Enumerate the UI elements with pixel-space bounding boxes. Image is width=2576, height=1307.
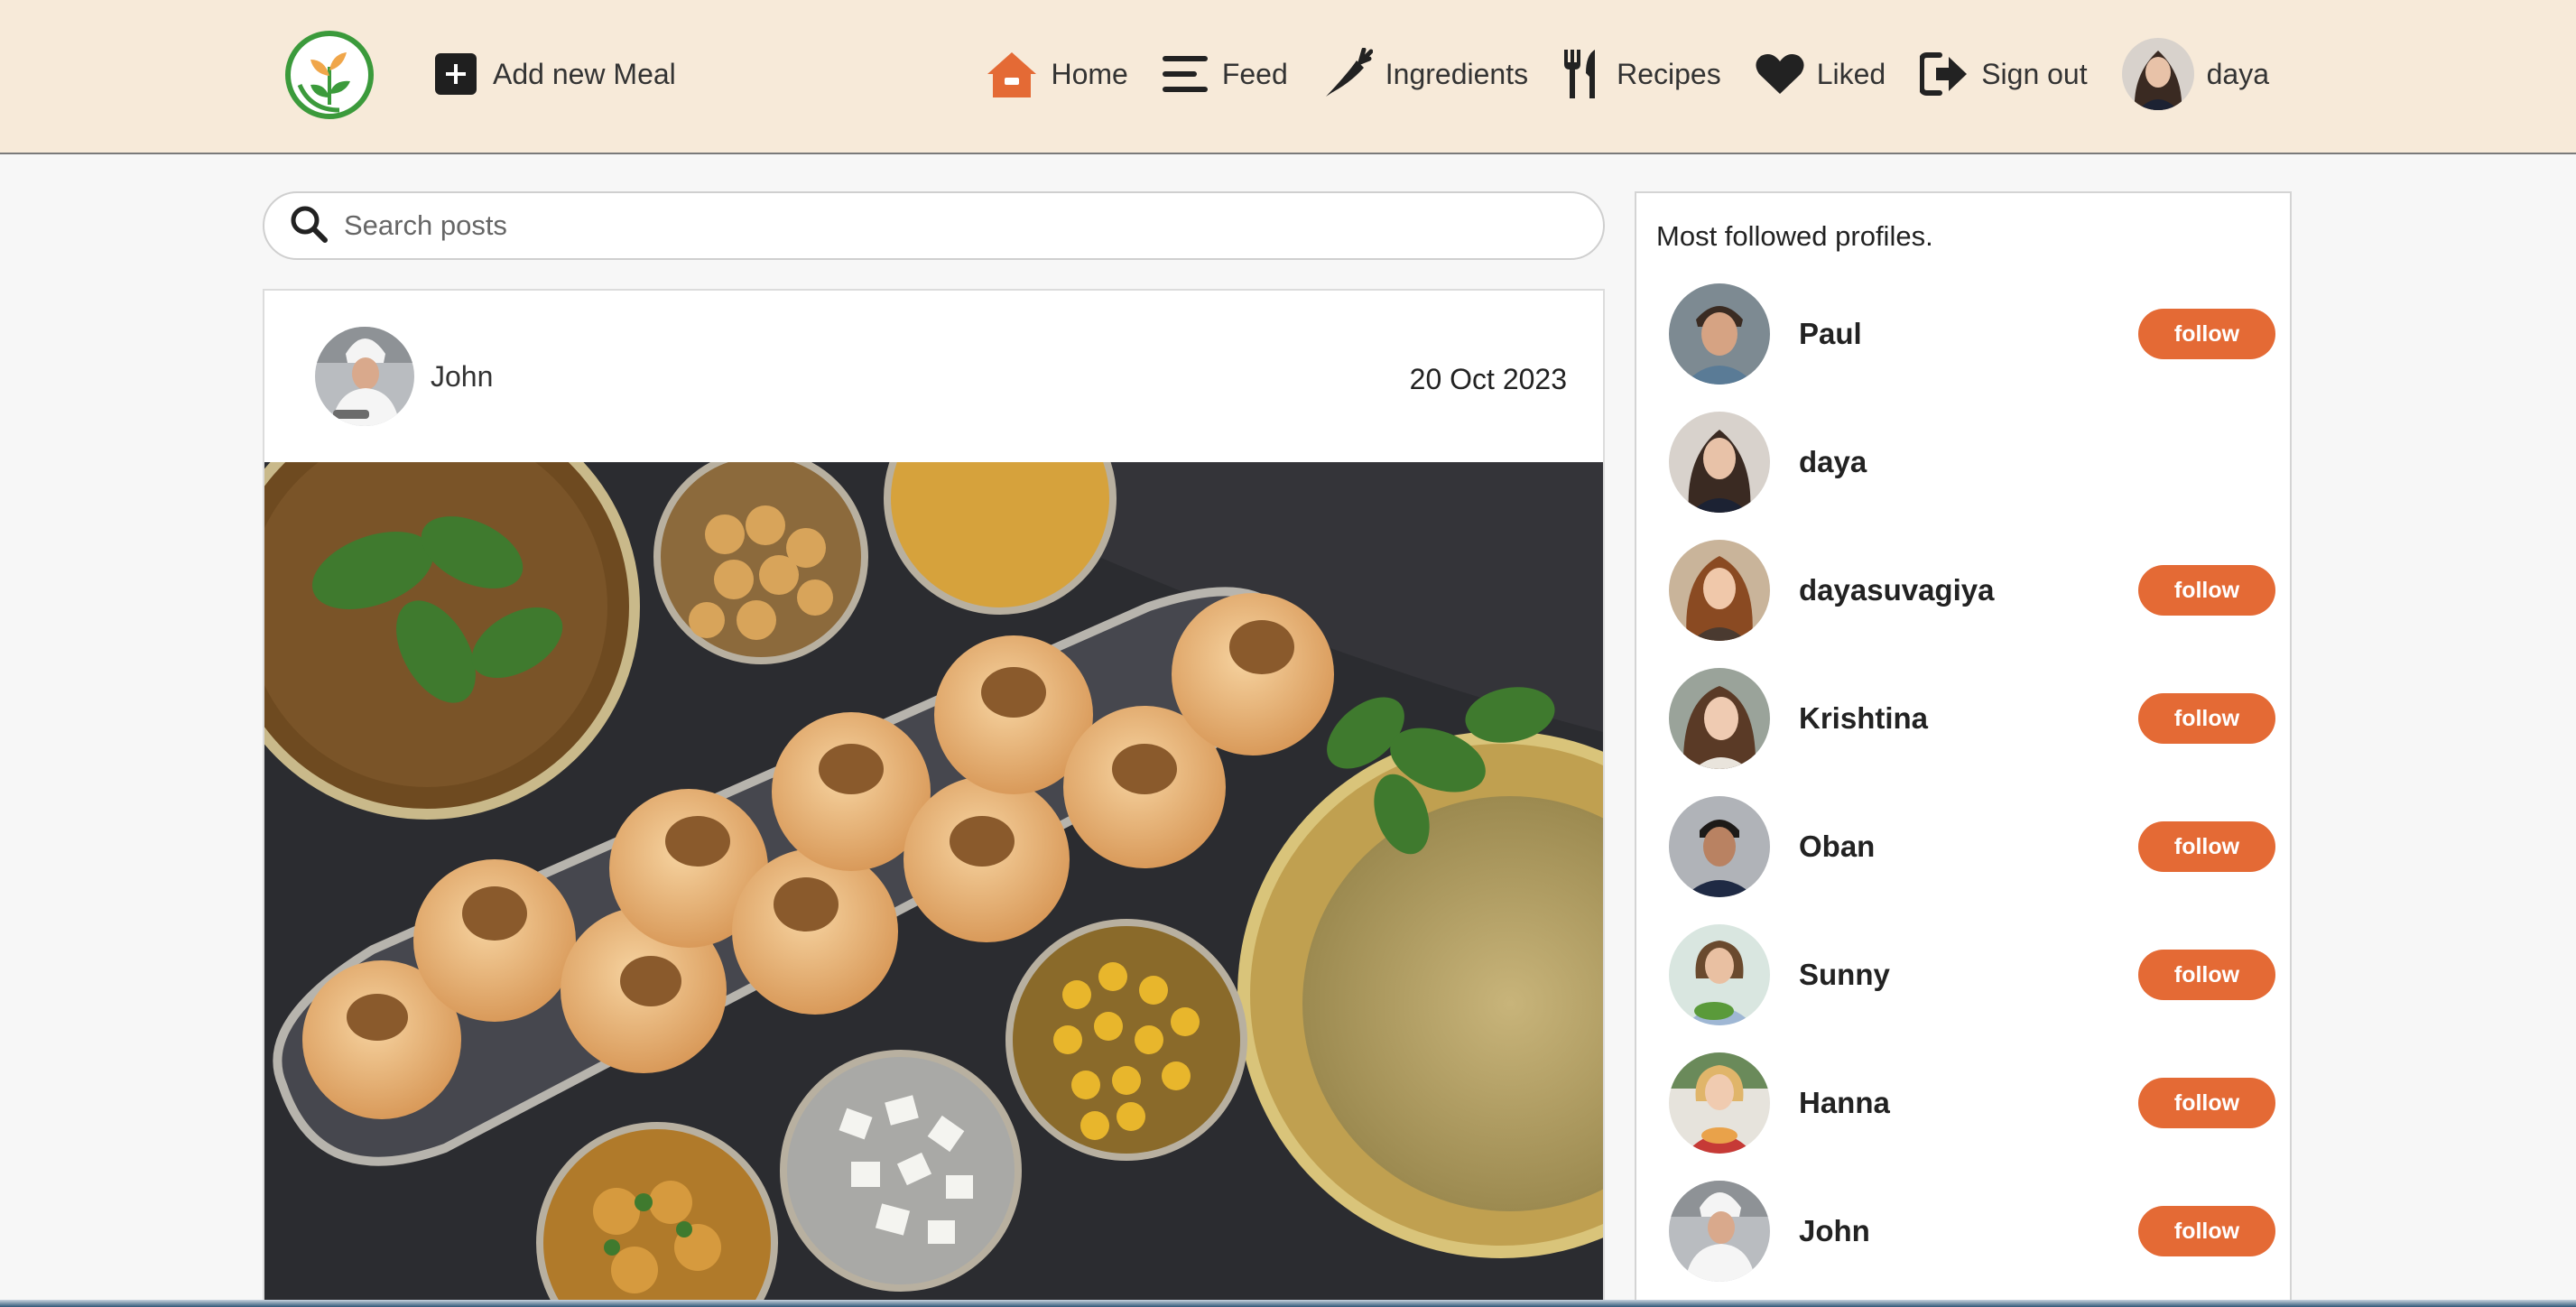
add-new-meal-button[interactable]: Add new Meal	[435, 52, 676, 96]
avatar	[2121, 38, 2194, 110]
profile-name[interactable]: Paul	[1799, 317, 1862, 351]
post-date: 20 Oct 2023	[1409, 363, 1567, 395]
list-item: John follow	[1669, 1181, 2275, 1282]
post-author-name: John	[431, 359, 494, 393]
list-item: Paul follow	[1669, 283, 2275, 385]
plus-square-icon	[435, 53, 477, 95]
avatar	[1669, 283, 1770, 385]
search-icon	[290, 205, 328, 247]
nav-sign-out-label: Sign out	[1981, 57, 2088, 90]
nav-home-label: Home	[1051, 57, 1128, 90]
avatar	[1669, 540, 1770, 641]
profile-name[interactable]: daya	[1799, 445, 1867, 479]
food-photo[interactable]	[264, 462, 1603, 1305]
nav-liked-label: Liked	[1816, 57, 1886, 90]
top-navbar: Add new Meal Home Feed Ingredients Recip…	[0, 0, 2576, 154]
list-item: daya	[1669, 412, 2275, 513]
avatar	[1669, 924, 1770, 1025]
follow-button[interactable]: follow	[2138, 693, 2275, 744]
feed-icon	[1162, 54, 1209, 94]
follow-button[interactable]: follow	[2138, 309, 2275, 359]
profile-name[interactable]: dayasuvagiya	[1799, 573, 1994, 607]
search-bar	[263, 191, 1605, 260]
avatar	[1669, 1052, 1770, 1154]
follow-button[interactable]: follow	[2138, 1078, 2275, 1128]
window-bottom-edge	[0, 1300, 2576, 1307]
follow-button[interactable]: follow	[2138, 821, 2275, 872]
nav-sign-out[interactable]: Sign out	[1920, 51, 2088, 97]
user-name: daya	[2206, 57, 2269, 90]
most-followed-profiles-panel: Most followed profiles. Paul follow daya	[1635, 191, 2292, 1307]
profile-name[interactable]: Oban	[1799, 830, 1875, 864]
nav-ingredients-label: Ingredients	[1385, 57, 1529, 90]
nav-home[interactable]: Home	[986, 49, 1128, 99]
home-icon	[986, 49, 1038, 99]
sprout-logo-icon[interactable]	[283, 29, 375, 121]
profile-name[interactable]: Sunny	[1799, 958, 1890, 992]
panel-title: Most followed profiles.	[1656, 220, 1933, 252]
nav-recipes-label: Recipes	[1617, 57, 1721, 90]
add-new-meal-label: Add new Meal	[493, 57, 676, 90]
main-nav: Home Feed Ingredients Recipes Liked Sign…	[951, 31, 2269, 117]
list-item: Oban follow	[1669, 796, 2275, 897]
post-card: John 20 Oct 2023	[263, 289, 1605, 1307]
sign-out-icon	[1920, 51, 1969, 97]
list-item: Hanna follow	[1669, 1052, 2275, 1154]
avatar	[315, 327, 414, 426]
list-item: dayasuvagiya follow	[1669, 540, 2275, 641]
profile-name[interactable]: Krishtina	[1799, 701, 1928, 736]
nav-ingredients[interactable]: Ingredients	[1322, 48, 1528, 100]
nav-recipes[interactable]: Recipes	[1562, 48, 1721, 100]
nav-liked[interactable]: Liked	[1756, 52, 1886, 96]
nav-feed[interactable]: Feed	[1162, 54, 1288, 94]
profile-name[interactable]: John	[1799, 1214, 1870, 1248]
post-author[interactable]: John	[315, 327, 493, 426]
nav-user-profile[interactable]: daya	[2121, 38, 2269, 110]
carrot-icon	[1322, 48, 1373, 100]
follow-button[interactable]: follow	[2138, 565, 2275, 616]
follow-button[interactable]: follow	[2138, 1206, 2275, 1256]
profile-name[interactable]: Hanna	[1799, 1086, 1890, 1120]
avatar	[1669, 796, 1770, 897]
utensils-icon	[1562, 48, 1604, 100]
avatar	[1669, 1181, 1770, 1282]
nav-feed-label: Feed	[1221, 57, 1288, 90]
avatar	[1669, 412, 1770, 513]
avatar	[1669, 668, 1770, 769]
list-item: Krishtina follow	[1669, 668, 2275, 769]
follow-button[interactable]: follow	[2138, 950, 2275, 1000]
list-item: Sunny follow	[1669, 924, 2275, 1025]
heart-icon	[1756, 52, 1804, 96]
search-input[interactable]	[344, 209, 1517, 242]
